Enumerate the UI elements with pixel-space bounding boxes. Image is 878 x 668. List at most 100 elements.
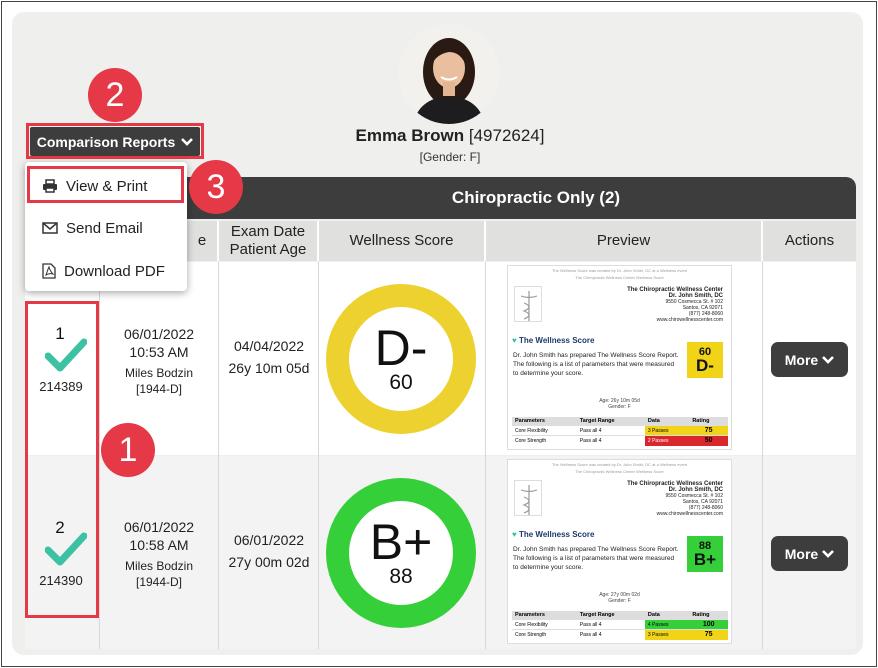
pdf-file-icon xyxy=(42,263,56,279)
patient-name-text: Emma Brown xyxy=(355,126,465,145)
preview-cell: Core Flexibility xyxy=(512,425,577,436)
preview-title: ♥ The Wellness Score xyxy=(512,530,595,539)
preview-header-line: The Chiropractic Wellness Center Wellnes… xyxy=(575,275,664,280)
preview-rating: 75 xyxy=(689,425,728,436)
caduceus-logo-icon xyxy=(514,480,542,516)
patient-age: 26y 10m 05d xyxy=(228,360,310,376)
preview-th: Parameters xyxy=(512,417,577,426)
report-time: 10:53 AM xyxy=(129,344,189,360)
report-preview[interactable]: The Wellness Score was created by Dr. Jo… xyxy=(507,265,732,450)
preview-gender: Gender: F xyxy=(608,598,631,604)
doctor-name: Miles Bodzin xyxy=(124,559,194,573)
doctor-name: Miles Bodzin xyxy=(124,366,194,380)
exam-date: 04/04/2022 xyxy=(233,338,305,354)
preview-th: Rating xyxy=(689,611,728,620)
preview-title-text: The Wellness Score xyxy=(518,530,595,539)
preview-title-text: The Wellness Score xyxy=(518,336,595,345)
preview-rating: 50 xyxy=(689,435,728,446)
exam-date: 06/01/2022 xyxy=(233,532,305,548)
preview-table: Parameters Target Range Data Rating Core Fl… xyxy=(512,417,728,446)
preview-cell: Core Strength xyxy=(512,435,577,446)
menu-item-label: Download PDF xyxy=(64,262,165,280)
preview-cell: 3 Passes xyxy=(644,425,690,436)
column-header-date: e xyxy=(187,221,219,261)
report-time: 10:58 AM xyxy=(129,537,189,553)
column-header-exam-date: Exam Date Patient Age xyxy=(219,221,319,261)
preview-cell: Pass all 4 xyxy=(576,619,645,630)
preview-th: Target Range xyxy=(576,417,645,426)
preview-cell: Pass all 4 xyxy=(576,435,645,446)
preview-cell: Pass all 4 xyxy=(576,425,645,436)
more-button[interactable]: More xyxy=(771,342,848,377)
wellness-grade: D- xyxy=(374,320,428,376)
preview-rating: 100 xyxy=(689,619,728,630)
preview-th: Target Range xyxy=(576,611,645,620)
preview-th: Rating xyxy=(689,417,728,426)
wellness-grade: B+ xyxy=(369,514,433,570)
patient-avatar xyxy=(399,24,499,124)
wellness-score-value: 88 xyxy=(389,565,413,588)
menu-item-label: Send Email xyxy=(66,219,143,237)
caduceus-logo-icon xyxy=(514,286,542,322)
patient-age: 27y 00m 02d xyxy=(228,554,310,570)
doctor-code: [1944-D] xyxy=(135,382,183,396)
more-label: More xyxy=(784,351,819,368)
wellness-score-ring: B+ 88 xyxy=(326,478,476,628)
envelope-icon xyxy=(42,222,58,234)
callout-highlight-rows xyxy=(25,301,99,618)
preview-cell: Pass all 4 xyxy=(576,629,645,640)
column-header-preview: Preview xyxy=(486,221,763,261)
preview-grade-box: 88 B+ xyxy=(687,536,723,572)
report-date: 06/01/2022 xyxy=(123,519,195,535)
column-divider xyxy=(762,262,763,649)
menu-item-send-email[interactable]: Send Email xyxy=(25,208,187,248)
column-header-actions: Actions xyxy=(763,221,856,261)
preview-cell: 4 Passes xyxy=(644,619,690,630)
preview-text: Dr. John Smith has prepared The Wellness… xyxy=(513,352,679,377)
doctor-code: [1944-D] xyxy=(135,575,183,589)
preview-cell: Core Flexibility xyxy=(512,619,577,630)
column-divider xyxy=(318,262,319,649)
preview-web: www.chirowellnesscenter.com xyxy=(656,511,723,517)
callout-badge-2: 2 xyxy=(88,68,142,122)
preview-gender: Gender: F xyxy=(608,404,631,410)
preview-text: Dr. John Smith has prepared The Wellness… xyxy=(513,546,679,571)
preview-th: Data xyxy=(644,417,690,426)
wellness-score-value: 60 xyxy=(389,371,413,394)
report-date: 06/01/2022 xyxy=(123,326,195,342)
patient-id: [4972624] xyxy=(468,126,545,145)
callout-highlight-view-print xyxy=(27,166,184,203)
preview-grade: B+ xyxy=(693,550,717,569)
column-header-wellness-score: Wellness Score xyxy=(319,221,486,261)
preview-header-line: The Chiropractic Wellness Center Wellnes… xyxy=(575,469,664,474)
more-label: More xyxy=(784,545,819,562)
column-divider xyxy=(99,262,100,649)
chevron-down-icon xyxy=(822,549,835,558)
preview-grade-box: 60 D- xyxy=(687,342,723,378)
preview-title: ♥ The Wellness Score xyxy=(512,336,595,345)
report-preview[interactable]: The Wellness Score was created by Dr. Jo… xyxy=(507,459,732,644)
wellness-score-ring: D- 60 xyxy=(326,284,476,434)
preview-table: Parameters Target Range Data Rating Core Fl… xyxy=(512,611,728,640)
menu-item-download-pdf[interactable]: Download PDF xyxy=(25,251,187,291)
patient-name: Emma Brown [4972624] xyxy=(300,126,600,146)
preview-web: www.chirowellnesscenter.com xyxy=(656,317,723,323)
callout-badge-3: 3 xyxy=(189,160,243,214)
comparison-reports-button[interactable]: Comparison Reports xyxy=(30,127,200,156)
preview-rating: 75 xyxy=(689,629,728,640)
patient-gender: [Gender: F] xyxy=(419,150,481,164)
preview-th: Data xyxy=(644,611,690,620)
preview-cell: 3 Passes xyxy=(644,629,690,640)
chevron-down-icon xyxy=(822,355,835,364)
callout-badge-1: 1 xyxy=(101,423,155,477)
chevron-down-icon xyxy=(181,137,194,146)
preview-header-line: The Wellness Score was created by Dr. Jo… xyxy=(551,462,688,467)
preview-th: Parameters xyxy=(512,611,577,620)
more-button[interactable]: More xyxy=(771,536,848,571)
preview-cell: Core Strength xyxy=(512,629,577,640)
column-divider xyxy=(218,262,219,649)
comparison-reports-label: Comparison Reports xyxy=(36,133,176,150)
preview-header-line: The Wellness Score was created by Dr. Jo… xyxy=(551,268,688,273)
column-divider xyxy=(485,262,486,649)
preview-cell: 2 Passes xyxy=(644,435,690,446)
